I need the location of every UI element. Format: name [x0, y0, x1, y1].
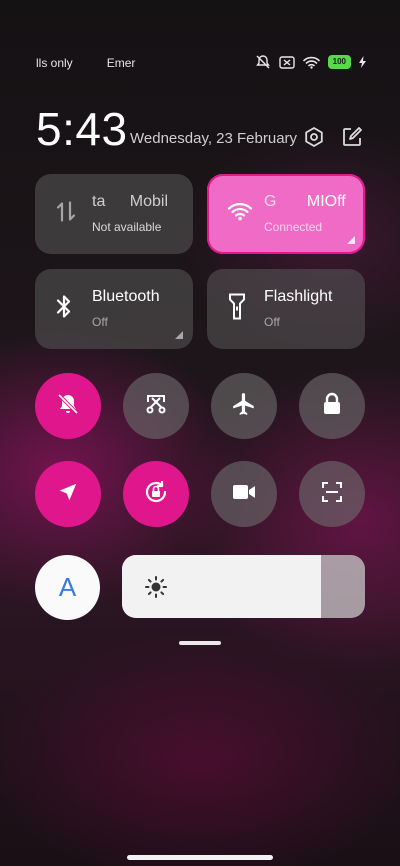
emergency-text: Emer [106, 56, 136, 70]
screenshot-toggle[interactable] [123, 373, 189, 439]
wifi-title-a: G [264, 193, 277, 210]
status-bar-right: 100 [255, 55, 366, 69]
edit-icon[interactable] [339, 124, 365, 150]
lock-icon [321, 392, 343, 421]
scanner-toggle[interactable] [299, 461, 365, 527]
clock-time: 5:43 [36, 103, 128, 155]
scissors-icon [144, 392, 168, 421]
auto-brightness-label: A [58, 572, 77, 602]
airplane-icon [231, 391, 257, 422]
wifi-icon [227, 202, 253, 227]
panel-drag-handle[interactable] [179, 641, 221, 645]
brightness-slider[interactable] [122, 555, 365, 618]
charging-icon [359, 56, 366, 68]
mobile-data-title-a: ta [92, 193, 106, 210]
wifi-icon [302, 56, 320, 69]
flashlight-title: Flashlight [264, 288, 333, 305]
mute-toggle[interactable] [35, 373, 101, 439]
wifi-title-b: MIOff [306, 193, 346, 210]
screen-record-toggle[interactable] [211, 461, 277, 527]
bluetooth-icon [55, 294, 73, 325]
gesture-navigation-bar[interactable] [127, 855, 273, 860]
bluetooth-expand-icon[interactable] [175, 331, 183, 339]
mobile-data-title-b: Mobil [129, 193, 169, 210]
bluetooth-title: Bluetooth [92, 288, 160, 305]
mobile-data-icon [55, 200, 77, 229]
bluetooth-tile[interactable]: Bluetooth Off [35, 269, 193, 349]
auto-rotate-toggle[interactable] [123, 461, 189, 527]
wifi-status: Connected [264, 220, 323, 234]
settings-gear-icon[interactable] [301, 124, 327, 150]
rotate-lock-icon [143, 479, 169, 510]
wifi-tile[interactable]: G MIOff Connected [207, 174, 365, 254]
flashlight-icon [227, 293, 247, 326]
mobile-data-tile[interactable]: ta Mobil Not available [35, 174, 193, 254]
lock-toggle[interactable] [299, 373, 365, 439]
video-camera-icon [231, 482, 257, 507]
flashlight-tile[interactable]: Flashlight Off [207, 269, 365, 349]
wifi-expand-icon[interactable] [347, 236, 355, 244]
location-arrow-icon [57, 481, 79, 508]
bell-off-icon [56, 392, 80, 421]
battery-icon: 100 [327, 55, 351, 69]
scan-icon [320, 480, 344, 509]
location-toggle[interactable] [35, 461, 101, 527]
status-bar-left: lls only Emer [36, 56, 135, 70]
sun-icon [144, 575, 168, 604]
mobile-data-status: Not available [92, 220, 162, 234]
flashlight-status: Off [264, 315, 280, 329]
carrier-text: lls only [36, 56, 73, 70]
auto-brightness-button[interactable]: A [35, 555, 100, 620]
clock-date: Wednesday, 23 February [130, 130, 298, 147]
no-sim-icon [278, 55, 295, 69]
bluetooth-status: Off [92, 315, 108, 329]
mute-vibrate-icon [255, 55, 271, 69]
airplane-toggle[interactable] [211, 373, 277, 439]
